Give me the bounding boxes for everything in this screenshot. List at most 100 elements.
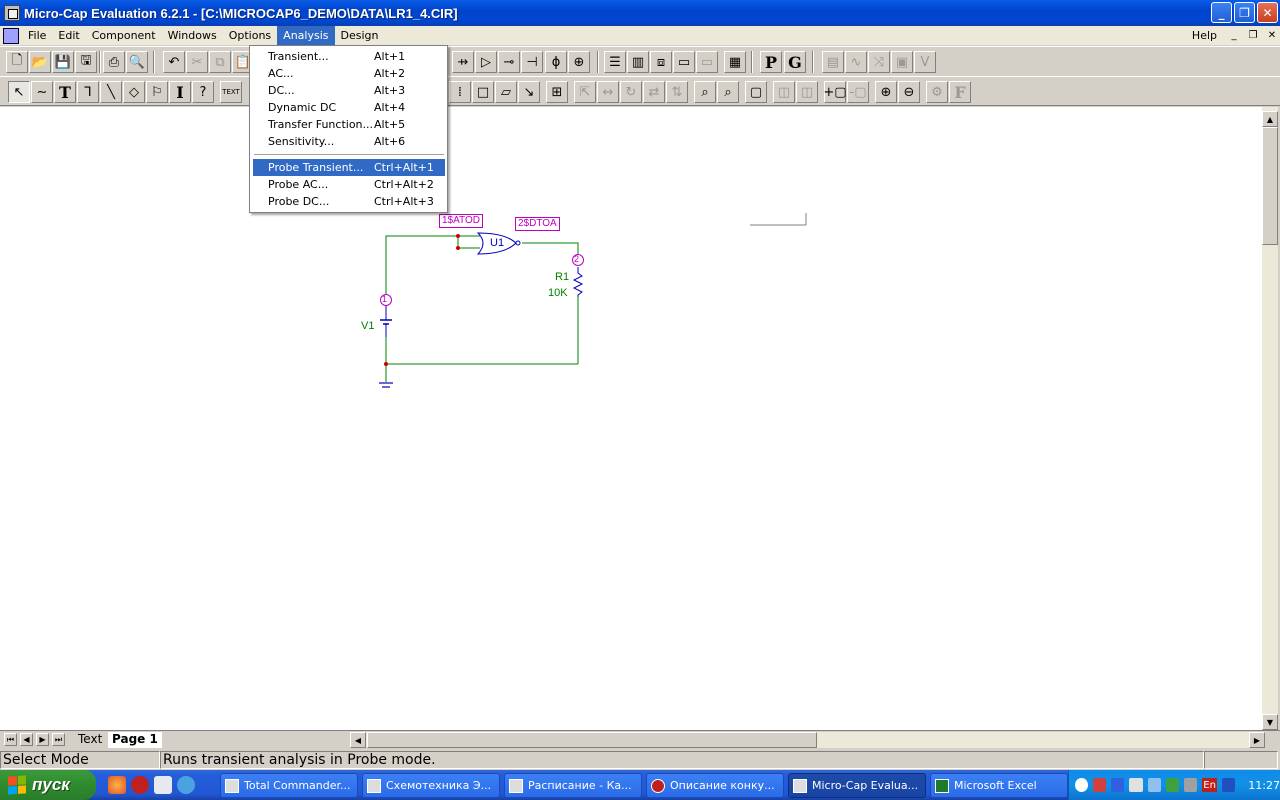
vertical-scroll-thumb[interactable] bbox=[1262, 127, 1278, 245]
menu-probe-transient[interactable]: Probe Transient... Ctrl+Alt+1 bbox=[253, 159, 445, 176]
close-button[interactable]: ✕ bbox=[1257, 2, 1278, 23]
language-indicator[interactable]: En bbox=[1202, 778, 1218, 792]
menu-edit[interactable]: Edit bbox=[52, 26, 85, 45]
minimize-button[interactable]: _ bbox=[1211, 2, 1232, 23]
grid-icon[interactable]: ⁞ bbox=[449, 81, 471, 103]
window-icon[interactable]: ▭ bbox=[673, 51, 695, 73]
wire-icon[interactable]: ∼ bbox=[31, 81, 53, 103]
print-icon[interactable]: ⎙ bbox=[103, 51, 125, 73]
ie-icon[interactable] bbox=[177, 776, 195, 794]
zoom-out-icon[interactable]: ⊖ bbox=[898, 81, 920, 103]
menu-options[interactable]: Options bbox=[223, 26, 277, 45]
new-icon[interactable]: 🗋 bbox=[6, 51, 28, 73]
menu-dynamic-dc[interactable]: Dynamic DC Alt+4 bbox=[253, 99, 445, 116]
display-icon[interactable]: ▢ bbox=[745, 81, 767, 103]
window-split-icon[interactable]: ▭ bbox=[696, 51, 718, 73]
tray-expand-icon[interactable] bbox=[1075, 778, 1089, 792]
delete-page-icon[interactable]: -▢ bbox=[847, 81, 869, 103]
scroll-right-icon[interactable]: ▶ bbox=[1249, 732, 1265, 748]
flag-icon[interactable]: ⚐ bbox=[146, 81, 168, 103]
menu-windows[interactable]: Windows bbox=[162, 26, 223, 45]
diagonal-wire-icon[interactable]: ╲ bbox=[100, 81, 122, 103]
cascade-icon[interactable]: ⧈ bbox=[650, 51, 672, 73]
tray-antivirus-icon[interactable] bbox=[1165, 778, 1179, 792]
scroll-left-icon[interactable]: ◀ bbox=[350, 732, 366, 748]
menu-design[interactable]: Design bbox=[335, 26, 385, 45]
mdi-restore-button[interactable]: ❐ bbox=[1245, 29, 1261, 43]
open-icon[interactable]: 📂 bbox=[29, 51, 51, 73]
options-3-icon[interactable]: ⤨ bbox=[868, 51, 890, 73]
options-2-icon[interactable]: ∿ bbox=[845, 51, 867, 73]
save-all-icon[interactable]: 🖫 bbox=[75, 51, 97, 73]
scroll-up-icon[interactable]: ▲ bbox=[1262, 111, 1278, 127]
horizontal-scroll-thumb[interactable] bbox=[367, 732, 817, 748]
menu-transfer-function[interactable]: Transfer Function... Alt+5 bbox=[253, 116, 445, 133]
component-icon[interactable]: ⚙ bbox=[926, 81, 948, 103]
voltage-source-icon[interactable]: ⊕ bbox=[568, 51, 590, 73]
task-opisanie[interactable]: Описание конку... bbox=[646, 773, 784, 798]
firefox-icon[interactable] bbox=[108, 776, 126, 794]
tray-misc-icon[interactable] bbox=[1183, 778, 1198, 792]
start-button[interactable]: пуск bbox=[0, 770, 96, 800]
bring-front-icon[interactable]: ◫ bbox=[773, 81, 795, 103]
tile-vertical-icon[interactable]: ▥ bbox=[627, 51, 649, 73]
undo-icon[interactable]: ↶ bbox=[163, 51, 185, 73]
task-schemotechnika[interactable]: Схемотехника Э... bbox=[362, 773, 500, 798]
menu-component[interactable]: Component bbox=[86, 26, 162, 45]
task-raspisanie[interactable]: Расписание - Ка... bbox=[504, 773, 642, 798]
send-back-icon[interactable]: ◫ bbox=[796, 81, 818, 103]
flip-x-icon[interactable]: ↔ bbox=[597, 81, 619, 103]
current-source-icon[interactable]: ɸ bbox=[545, 51, 567, 73]
g-button[interactable]: G bbox=[784, 51, 806, 73]
task-total-commander[interactable]: Total Commander... bbox=[220, 773, 358, 798]
rotate-icon[interactable]: ⇱ bbox=[574, 81, 596, 103]
mirror-icon[interactable]: ⇄ bbox=[643, 81, 665, 103]
binoculars-icon[interactable]: ⌕ bbox=[717, 81, 739, 103]
zoom-in-icon[interactable]: ⊕ bbox=[875, 81, 897, 103]
calculator-icon[interactable]: ▦ bbox=[724, 51, 746, 73]
mdi-close-button[interactable]: ✕ bbox=[1264, 29, 1280, 43]
menu-transient[interactable]: Transient... Alt+1 bbox=[253, 48, 445, 65]
quicklaunch-icon[interactable] bbox=[154, 776, 172, 794]
diode-icon[interactable]: ⇸ bbox=[452, 51, 474, 73]
app-icon[interactable] bbox=[4, 5, 20, 21]
menu-sensitivity[interactable]: Sensitivity... Alt+6 bbox=[253, 133, 445, 150]
scroll-down-icon[interactable]: ▼ bbox=[1262, 714, 1278, 730]
tray-bluetooth-icon[interactable] bbox=[1111, 778, 1125, 792]
save-icon[interactable]: 💾 bbox=[52, 51, 74, 73]
first-page-icon[interactable]: ⏮ bbox=[4, 733, 17, 746]
tab-text[interactable]: Text bbox=[74, 732, 106, 748]
next-page-icon[interactable]: ▶ bbox=[36, 733, 49, 746]
tile-horizontal-icon[interactable]: ☰ bbox=[604, 51, 626, 73]
add-page-icon[interactable]: +▢ bbox=[823, 81, 847, 103]
opera-icon[interactable] bbox=[131, 776, 149, 794]
title-block-icon[interactable]: ▱ bbox=[495, 81, 517, 103]
maximize-button[interactable]: ❐ bbox=[1234, 2, 1255, 23]
flip-y-icon[interactable]: ↻ bbox=[620, 81, 642, 103]
tab-page-1[interactable]: Page 1 bbox=[108, 732, 162, 748]
help-cursor-icon[interactable]: ? bbox=[192, 81, 214, 103]
schematic-canvas[interactable]: 1 2 V1 R1 10K U1 1$ATOD 2$DTOA bbox=[0, 107, 1262, 730]
task-microcap[interactable]: Micro-Cap Evalua... bbox=[788, 773, 926, 798]
menu-probe-dc[interactable]: Probe DC... Ctrl+Alt+3 bbox=[253, 193, 445, 210]
menu-probe-ac[interactable]: Probe AC... Ctrl+Alt+2 bbox=[253, 176, 445, 193]
f-button[interactable]: F bbox=[949, 81, 971, 103]
options-5-icon[interactable]: V bbox=[914, 51, 936, 73]
menu-help[interactable]: Help bbox=[1186, 26, 1223, 45]
mdi-minimize-button[interactable]: _ bbox=[1226, 29, 1242, 43]
graphics-icon[interactable]: ◇ bbox=[123, 81, 145, 103]
tray-volume-icon[interactable] bbox=[1129, 778, 1143, 792]
info-icon[interactable]: I bbox=[169, 81, 191, 103]
switch-icon[interactable]: ⊸ bbox=[498, 51, 520, 73]
vertical-scrollbar[interactable]: ▲ ▼ bbox=[1262, 107, 1278, 730]
find-icon[interactable]: ⌕ bbox=[694, 81, 716, 103]
menu-analysis[interactable]: Analysis bbox=[277, 26, 335, 45]
tray-lang-icon[interactable] bbox=[1222, 778, 1236, 792]
tray-network-icon[interactable] bbox=[1093, 778, 1107, 792]
clock[interactable]: 11:27 bbox=[1248, 779, 1280, 792]
p-button[interactable]: P bbox=[760, 51, 782, 73]
pin-icon[interactable]: ↘ bbox=[518, 81, 540, 103]
cut-icon[interactable]: ✂ bbox=[186, 51, 208, 73]
horizontal-scrollbar[interactable]: ◀ ▶ bbox=[350, 732, 1265, 748]
print-preview-icon[interactable]: 🔍 bbox=[126, 51, 148, 73]
